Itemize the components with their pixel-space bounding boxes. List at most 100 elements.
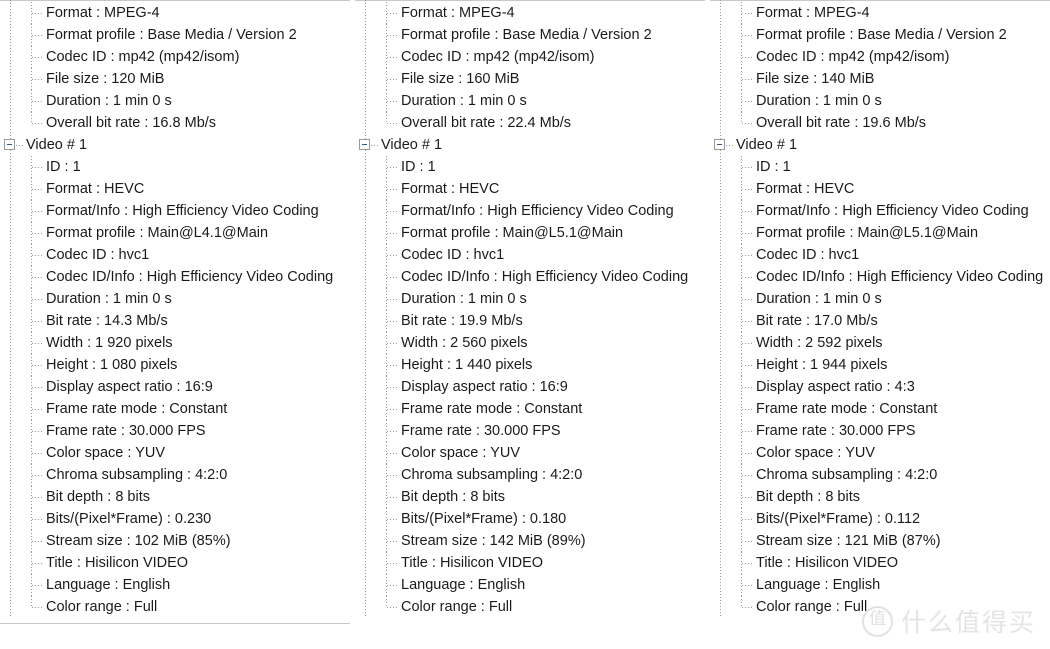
tree-leaf-row[interactable]: ID : 1	[0, 156, 350, 178]
collapse-minus-icon[interactable]	[714, 139, 725, 150]
tree-leaf-row[interactable]: Codec ID : hvc1	[710, 244, 1050, 266]
tree-leaf-row[interactable]: Bit rate : 14.3 Mb/s	[0, 310, 350, 332]
tree-leaf-row[interactable]: Codec ID : hvc1	[0, 244, 350, 266]
tree-leaf-row[interactable]: Bits/(Pixel*Frame) : 0.112	[710, 508, 1050, 530]
tree-leaf-row[interactable]: Duration : 1 min 0 s	[710, 288, 1050, 310]
tree-leaf-row[interactable]: Codec ID/Info : High Efficiency Video Co…	[0, 266, 350, 288]
tree-leaf-row[interactable]: Frame rate mode : Constant	[355, 398, 705, 420]
tree-leaf-row[interactable]: File size : 140 MiB	[710, 68, 1050, 90]
collapse-minus-icon[interactable]	[359, 139, 370, 150]
tree-leaf-row[interactable]: Format profile : Main@L5.1@Main	[710, 222, 1050, 244]
tree-leaf-row[interactable]: Width : 1 920 pixels	[0, 332, 350, 354]
tree-leaf-row[interactable]: File size : 160 MiB	[355, 68, 705, 90]
tree-leaf-row[interactable]: Duration : 1 min 0 s	[355, 90, 705, 112]
tree-leaf-row[interactable]: Codec ID : mp42 (mp42/isom)	[710, 46, 1050, 68]
tree-leaf-row[interactable]: Chroma subsampling : 4:2:0	[0, 464, 350, 486]
tree-leaf-row[interactable]: Format : MPEG-4	[0, 2, 350, 24]
tree-leaf-row[interactable]: Format : MPEG-4	[355, 2, 705, 24]
mediainfo-tree-clip-1[interactable]: Format : MPEG-4 Format profile : Base Med…	[0, 0, 350, 618]
tree-leaf-row[interactable]: Format/Info : High Efficiency Video Codi…	[0, 200, 350, 222]
tree-leaf-row[interactable]: Format profile : Base Media / Version 2	[710, 24, 1050, 46]
tree-leaf-row[interactable]: Overall bit rate : 22.4 Mb/s	[355, 112, 705, 134]
tree-leaf-row[interactable]: File size : 120 MiB	[0, 68, 350, 90]
mediainfo-tree-clip-2[interactable]: Format : MPEG-4 Format profile : Base Med…	[355, 0, 705, 618]
tree-leaf-row[interactable]: Stream size : 121 MiB (87%)	[710, 530, 1050, 552]
tree-leaf-row[interactable]: Format : HEVC	[710, 178, 1050, 200]
tree-leaf-label: Duration : 1 min 0 s	[46, 93, 172, 109]
tree-leaf-row[interactable]: Frame rate : 30.000 FPS	[355, 420, 705, 442]
tree-leaf-row[interactable]: Codec ID/Info : High Efficiency Video Co…	[355, 266, 705, 288]
tree-leaf-row[interactable]: Bit rate : 19.9 Mb/s	[355, 310, 705, 332]
tree-leaf-row[interactable]: Codec ID/Info : High Efficiency Video Co…	[710, 266, 1050, 288]
tree-leaf-row[interactable]: Title : Hisilicon VIDEO	[0, 552, 350, 574]
tree-leaf-row[interactable]: Height : 1 944 pixels	[710, 354, 1050, 376]
tree-leaf-row[interactable]: Height : 1 080 pixels	[0, 354, 350, 376]
tree-leaf-row[interactable]: Overall bit rate : 19.6 Mb/s	[710, 112, 1050, 134]
tree-leaf-row[interactable]: Width : 2 560 pixels	[355, 332, 705, 354]
tree-leaf-row[interactable]: Title : Hisilicon VIDEO	[355, 552, 705, 574]
tree-leaf-row[interactable]: Color range : Full	[0, 596, 350, 618]
tree-leaf-row[interactable]: Format : MPEG-4	[710, 2, 1050, 24]
tree-leaf-row[interactable]: Bit depth : 8 bits	[355, 486, 705, 508]
tree-leaf-row[interactable]: Codec ID : mp42 (mp42/isom)	[355, 46, 705, 68]
tree-leaf-row[interactable]: Bits/(Pixel*Frame) : 0.230	[0, 508, 350, 530]
tree-group-row[interactable]: Video # 1	[0, 134, 350, 156]
tree-leaf-row[interactable]: Format profile : Main@L5.1@Main	[355, 222, 705, 244]
tree-leaf-row[interactable]: Chroma subsampling : 4:2:0	[355, 464, 705, 486]
tree-connector-elbow	[742, 299, 753, 300]
tree-connector-elbow	[32, 189, 43, 190]
tree-group-row[interactable]: Video # 1	[355, 134, 705, 156]
tree-leaf-row[interactable]: Duration : 1 min 0 s	[710, 90, 1050, 112]
tree-connector-elbow	[742, 167, 753, 168]
tree-connector-vertical	[741, 596, 742, 607]
tree-leaf-row[interactable]: Color space : YUV	[0, 442, 350, 464]
tree-connector-elbow	[32, 607, 43, 608]
tree-leaf-row[interactable]: Format profile : Main@L4.1@Main	[0, 222, 350, 244]
tree-leaf-row[interactable]: Stream size : 142 MiB (89%)	[355, 530, 705, 552]
tree-leaf-label: Frame rate : 30.000 FPS	[46, 423, 206, 439]
tree-leaf-row[interactable]: Bits/(Pixel*Frame) : 0.180	[355, 508, 705, 530]
tree-leaf-row[interactable]: Duration : 1 min 0 s	[355, 288, 705, 310]
tree-leaf-row[interactable]: Display aspect ratio : 16:9	[355, 376, 705, 398]
tree-leaf-row[interactable]: Frame rate : 30.000 FPS	[0, 420, 350, 442]
mediainfo-tree-clip-3[interactable]: Format : MPEG-4 Format profile : Base Med…	[710, 0, 1050, 618]
tree-leaf-row[interactable]: Format profile : Base Media / Version 2	[0, 24, 350, 46]
tree-group-row[interactable]: Video # 1	[710, 134, 1050, 156]
tree-leaf-row[interactable]: Width : 2 592 pixels	[710, 332, 1050, 354]
tree-leaf-row[interactable]: Stream size : 102 MiB (85%)	[0, 530, 350, 552]
tree-leaf-row[interactable]: Duration : 1 min 0 s	[0, 288, 350, 310]
tree-leaf-row[interactable]: Codec ID : hvc1	[355, 244, 705, 266]
collapse-minus-icon[interactable]	[4, 139, 15, 150]
tree-leaf-row[interactable]: Format profile : Base Media / Version 2	[355, 24, 705, 46]
tree-leaf-row[interactable]: Language : English	[355, 574, 705, 596]
tree-connector-elbow	[387, 13, 398, 14]
tree-leaf-row[interactable]: Color space : YUV	[710, 442, 1050, 464]
tree-leaf-row[interactable]: Display aspect ratio : 16:9	[0, 376, 350, 398]
tree-leaf-row[interactable]: Bit depth : 8 bits	[710, 486, 1050, 508]
tree-leaf-row[interactable]: Frame rate mode : Constant	[0, 398, 350, 420]
tree-leaf-row[interactable]: Display aspect ratio : 4:3	[710, 376, 1050, 398]
tree-leaf-row[interactable]: Format : HEVC	[0, 178, 350, 200]
tree-leaf-label: Duration : 1 min 0 s	[401, 93, 527, 109]
tree-connector-elbow	[387, 255, 398, 256]
tree-leaf-row[interactable]: Codec ID : mp42 (mp42/isom)	[0, 46, 350, 68]
tree-leaf-row[interactable]: Chroma subsampling : 4:2:0	[710, 464, 1050, 486]
tree-leaf-row[interactable]: Color range : Full	[355, 596, 705, 618]
tree-leaf-row[interactable]: Language : English	[0, 574, 350, 596]
tree-leaf-row[interactable]: Format/Info : High Efficiency Video Codi…	[710, 200, 1050, 222]
tree-leaf-row[interactable]: Color space : YUV	[355, 442, 705, 464]
tree-leaf-row[interactable]: Bit depth : 8 bits	[0, 486, 350, 508]
tree-leaf-row[interactable]: Frame rate mode : Constant	[710, 398, 1050, 420]
tree-leaf-row[interactable]: ID : 1	[710, 156, 1050, 178]
tree-leaf-row[interactable]: Overall bit rate : 16.8 Mb/s	[0, 112, 350, 134]
tree-leaf-row[interactable]: Duration : 1 min 0 s	[0, 90, 350, 112]
tree-leaf-row[interactable]: Format/Info : High Efficiency Video Codi…	[355, 200, 705, 222]
tree-leaf-row[interactable]: Height : 1 440 pixels	[355, 354, 705, 376]
tree-leaf-row[interactable]: ID : 1	[355, 156, 705, 178]
tree-connector-elbow	[32, 35, 43, 36]
tree-leaf-row[interactable]: Frame rate : 30.000 FPS	[710, 420, 1050, 442]
tree-leaf-row[interactable]: Title : Hisilicon VIDEO	[710, 552, 1050, 574]
tree-leaf-row[interactable]: Format : HEVC	[355, 178, 705, 200]
tree-leaf-row[interactable]: Language : English	[710, 574, 1050, 596]
tree-leaf-row[interactable]: Bit rate : 17.0 Mb/s	[710, 310, 1050, 332]
